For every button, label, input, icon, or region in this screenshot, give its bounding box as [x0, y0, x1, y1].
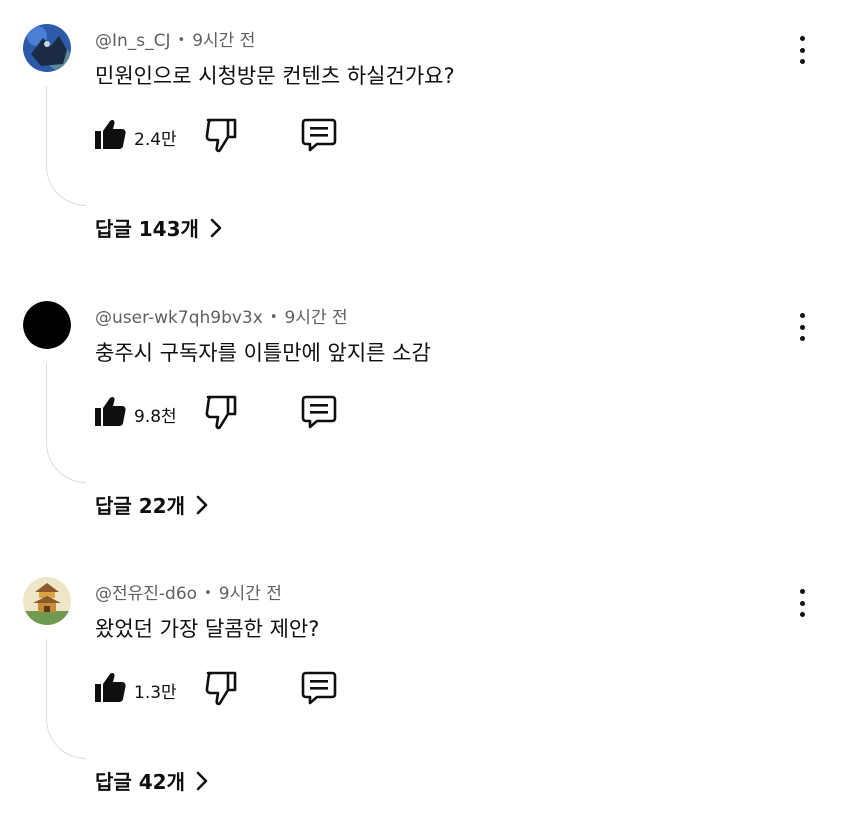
like-count: 9.8천 — [134, 407, 177, 427]
more-vert-icon[interactable] — [788, 311, 816, 343]
comment-time[interactable]: 9시간 전 — [284, 308, 347, 328]
author-name[interactable]: @user-wk7qh9bv3x — [95, 308, 263, 328]
thumbs-up-icon[interactable] — [93, 394, 127, 428]
comment-text: 왔었던 가장 달콤한 제안? — [95, 617, 320, 641]
avatar[interactable] — [23, 301, 71, 349]
replies-label: 답글 143개 — [95, 217, 199, 241]
chevron-right-icon — [210, 218, 222, 237]
avatar[interactable] — [23, 577, 71, 625]
author-name[interactable]: @In_s_CJ — [95, 31, 171, 51]
thread-line — [46, 86, 86, 206]
replies-label: 답글 22개 — [95, 494, 185, 518]
comment-meta: @전유진-d6o • 9시간 전 — [95, 579, 282, 604]
comment-meta: @In_s_CJ • 9시간 전 — [95, 26, 255, 51]
avatar[interactable] — [23, 24, 71, 72]
view-replies-button[interactable]: 답글 143개 — [95, 213, 223, 242]
thumbs-down-icon[interactable] — [204, 670, 238, 706]
separator-dot: • — [269, 310, 278, 325]
thumbs-down-icon[interactable] — [204, 117, 238, 153]
comment-bubble-icon[interactable] — [300, 394, 338, 430]
comment-item: @In_s_CJ • 9시간 전 민원인으로 시청방문 컨텐츠 하실건가요? 2.4… — [0, 0, 849, 276]
replies-label: 답글 42개 — [95, 770, 185, 794]
more-vert-icon[interactable] — [788, 587, 816, 619]
thumbs-up-icon[interactable] — [93, 117, 127, 151]
more-vert-icon[interactable] — [788, 34, 816, 66]
comment-bubble-icon[interactable] — [300, 117, 338, 153]
comment-item: @전유진-d6o • 9시간 전 왔었던 가장 달콤한 제안? 1.3만 답글 42… — [0, 553, 849, 829]
comment-bubble-icon[interactable] — [300, 670, 338, 706]
comment-item: @user-wk7qh9bv3x • 9시간 전 충주시 구독자를 이틀만에 앞지른… — [0, 277, 849, 553]
comment-time[interactable]: 9시간 전 — [219, 584, 282, 604]
comment-meta: @user-wk7qh9bv3x • 9시간 전 — [95, 303, 348, 328]
thread-line — [46, 363, 86, 483]
author-name[interactable]: @전유진-d6o — [95, 584, 197, 604]
separator-dot: • — [204, 586, 212, 601]
like-count: 1.3만 — [134, 683, 177, 703]
thread-line — [46, 639, 86, 759]
view-replies-button[interactable]: 답글 42개 — [95, 766, 209, 795]
separator-dot: • — [177, 33, 186, 48]
view-replies-button[interactable]: 답글 22개 — [95, 490, 209, 519]
comment-text: 충주시 구독자를 이틀만에 앞지른 소감 — [95, 341, 431, 365]
chevron-right-icon — [196, 495, 208, 514]
comment-time[interactable]: 9시간 전 — [192, 31, 255, 51]
thumbs-up-icon[interactable] — [93, 670, 127, 704]
like-count: 2.4만 — [134, 130, 177, 150]
thumbs-down-icon[interactable] — [204, 394, 238, 430]
comment-text: 민원인으로 시청방문 컨텐츠 하실건가요? — [95, 64, 455, 88]
chevron-right-icon — [196, 771, 208, 790]
